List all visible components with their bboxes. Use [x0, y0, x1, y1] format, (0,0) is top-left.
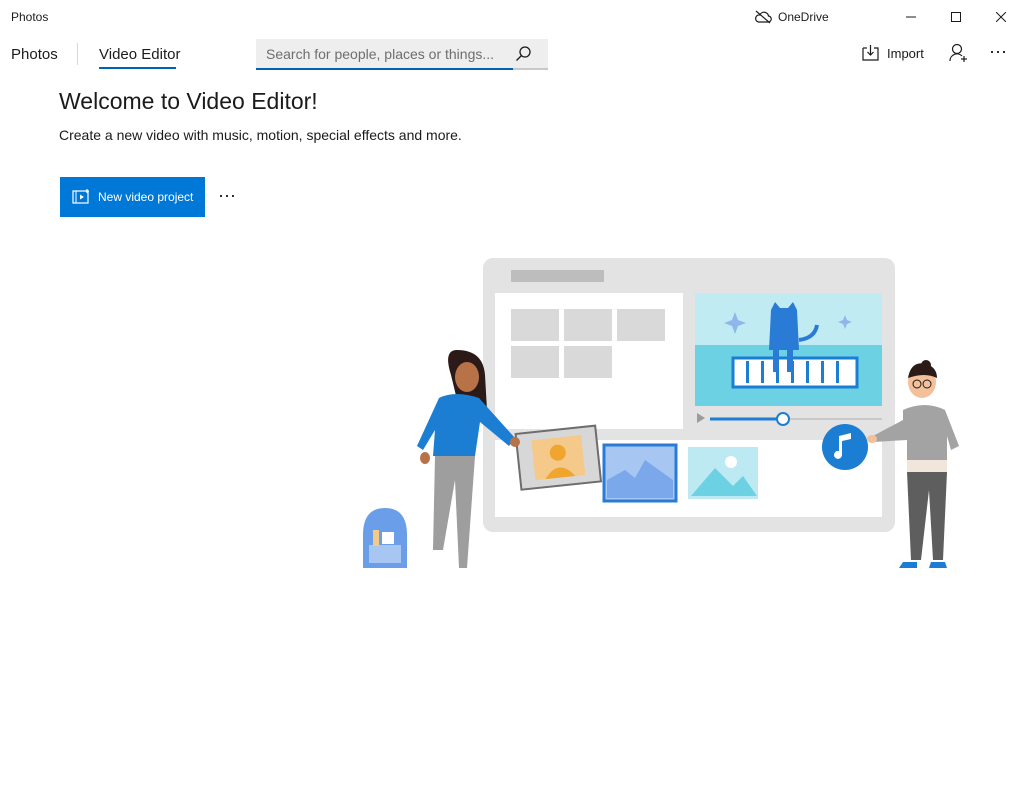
close-button[interactable]	[978, 0, 1024, 33]
sign-in-button[interactable]	[949, 43, 969, 68]
search-input[interactable]	[256, 39, 526, 68]
search-focus-underline	[256, 68, 513, 70]
active-tab-indicator	[99, 67, 176, 69]
close-icon	[996, 11, 1006, 22]
import-icon	[862, 45, 879, 61]
more-icon: ⋯	[218, 186, 237, 206]
onedrive-status[interactable]: OneDrive	[754, 8, 829, 26]
title-bar: Photos OneDrive	[0, 0, 1024, 33]
new-video-project-button[interactable]: New video project	[60, 177, 205, 217]
person-add-icon	[949, 43, 967, 62]
new-video-project-label: New video project	[98, 190, 194, 204]
search-box[interactable]	[256, 39, 548, 70]
maximize-button[interactable]	[933, 0, 979, 33]
more-options-button[interactable]: ⋯	[989, 43, 1008, 61]
onedrive-label: OneDrive	[778, 10, 829, 24]
video-project-icon	[72, 189, 89, 204]
more-project-options-button[interactable]: ⋯	[218, 187, 237, 205]
onedrive-offline-icon	[755, 10, 772, 24]
tab-video-editor[interactable]: Video Editor	[99, 46, 180, 63]
tab-photos[interactable]: Photos	[11, 46, 58, 63]
video-editor-illustration	[363, 258, 959, 568]
app-title: Photos	[11, 10, 49, 24]
minimize-button[interactable]	[888, 0, 934, 33]
import-button[interactable]: Import	[862, 44, 924, 62]
search-icon[interactable]	[515, 45, 532, 62]
more-icon: ⋯	[989, 42, 1008, 62]
minimize-icon	[906, 16, 916, 17]
maximize-icon	[951, 11, 961, 22]
page-subtitle: Create a new video with music, motion, s…	[59, 127, 462, 143]
page-title: Welcome to Video Editor!	[59, 88, 318, 114]
import-label: Import	[887, 45, 924, 61]
tab-divider	[77, 43, 78, 65]
